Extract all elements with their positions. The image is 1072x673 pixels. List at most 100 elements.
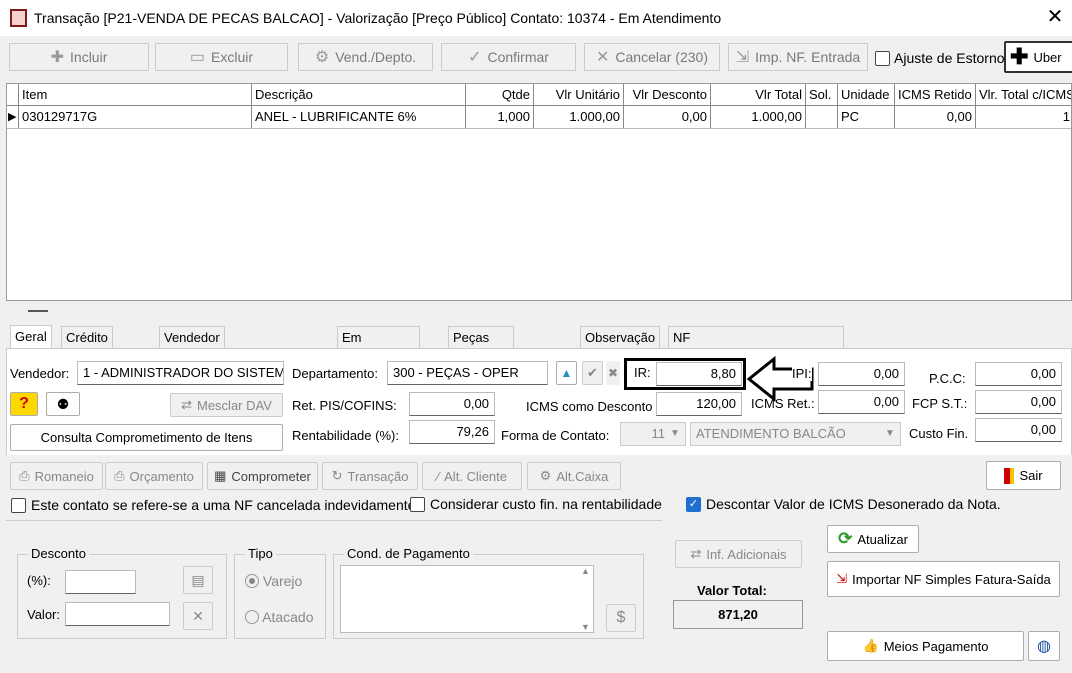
col-vlr-unitario[interactable]: Vlr Unitário (534, 84, 624, 106)
clear-icon[interactable]: ✖ (606, 361, 620, 385)
col-vlr-total[interactable]: Vlr Total (711, 84, 806, 106)
col-qtde[interactable]: Qtde (466, 84, 534, 106)
cancelar-button[interactable]: ✕ Cancelar (230) (584, 43, 720, 71)
ret-pis-cofins-field[interactable]: 0,00 (409, 392, 495, 416)
varejo-radio[interactable]: Varejo (245, 573, 302, 589)
desconto-pct-input[interactable] (65, 570, 136, 594)
atacado-radio[interactable]: Atacado (245, 609, 314, 625)
cell-item: 030129717G (19, 106, 252, 128)
ajuste-estorno-label: Ajuste de Estorno (894, 50, 1005, 66)
col-unidade[interactable]: Unidade (838, 84, 895, 106)
atacado-radio-dot[interactable] (245, 610, 259, 624)
descontar-icms-checkbox[interactable]: ✓ Descontar Valor de ICMS Desonerado da N… (686, 496, 1001, 512)
col-vlr-desconto[interactable]: Vlr Desconto (624, 84, 711, 106)
varejo-radio-dot[interactable] (245, 574, 259, 588)
custo-fin-rent-checkbox[interactable]: Considerar custo fin. na rentabilidade (410, 496, 662, 512)
consulta-comprometimento-button[interactable]: Consulta Comprometimento de Itens (10, 424, 283, 451)
col-sol[interactable]: Sol. (806, 84, 838, 106)
fcp-st-label: FCP S.T.: (912, 396, 968, 411)
pagamento-title: Cond. de Pagamento (344, 546, 473, 561)
incluir-button[interactable]: ✚ Incluir (9, 43, 149, 71)
vend-depto-button[interactable]: ⚙ Vend./Depto. (298, 43, 433, 71)
tab-em-atendimento[interactable]: Em Atendimento (337, 326, 420, 367)
ajuste-estorno-checkbox[interactable]: Ajuste de Estorno (875, 50, 1005, 66)
alt-caixa-button[interactable]: ⚙ Alt.Caixa (527, 462, 621, 490)
ir-field[interactable]: 8,80 (656, 362, 742, 386)
table-row[interactable]: ▶ 030129717G ANEL - LUBRIFICANTE 6% 1,00… (7, 106, 1071, 129)
confirmar-button[interactable]: ✓ Confirmar (441, 43, 576, 71)
sair-button[interactable]: Sair (986, 461, 1061, 490)
window-title: Transação [P21-VENDA DE PECAS BALCAO] - … (34, 10, 722, 26)
header-indicator (7, 84, 19, 106)
vendedor-field[interactable]: 1 - ADMINISTRADOR DO SISTEMA (77, 361, 284, 385)
ipi-field[interactable]: 0,00 (818, 362, 905, 386)
custo-fin-field[interactable]: 0,00 (975, 418, 1062, 442)
splitter-handle[interactable] (28, 310, 48, 312)
nf-cancelada-check[interactable] (11, 497, 26, 513)
tab-geral[interactable]: Geral (10, 325, 52, 350)
merge-icon: ⇄ (181, 397, 192, 412)
icms-ret-field[interactable]: 0,00 (818, 390, 905, 414)
varejo-label: Varejo (262, 573, 303, 589)
gears-icon: ⚙ (314, 49, 330, 66)
orcamento-button[interactable]: ⎙ Orçamento (105, 462, 203, 490)
forma-contato-select[interactable]: ATENDIMENTO BALCÃO (690, 422, 901, 446)
users-icon[interactable]: ⚉ (46, 392, 80, 416)
comprometer-button[interactable]: ▦ Comprometer (207, 462, 318, 490)
mesclar-dav-button[interactable]: ⇄ Mesclar DAV (170, 393, 283, 417)
pcc-field[interactable]: 0,00 (975, 362, 1062, 386)
transacao-button[interactable]: ↻ Transação (322, 462, 418, 490)
imp-nf-entrada-button[interactable]: ⇲ Imp. NF. Entrada (728, 43, 868, 71)
clear-icon[interactable]: ✕ (183, 602, 213, 630)
ir-label: IR: (634, 365, 651, 380)
inf-adicionais-button[interactable]: ⇄ Inf. Adicionais (675, 540, 802, 568)
meios-pagamento-button[interactable]: 👍 Meios Pagamento (827, 631, 1024, 661)
items-grid[interactable]: Item Descrição Qtde Vlr Unitário Vlr Des… (6, 83, 1072, 301)
custo-fin-rent-check[interactable] (410, 496, 425, 512)
close-icon[interactable]: ✕ (1044, 6, 1066, 28)
icms-desconto-field[interactable]: 120,00 (656, 392, 742, 416)
importar-nf-button[interactable]: ⇲ Importar NF Simples Fatura-Saída (827, 561, 1060, 597)
alt-caixa-label: Alt.Caixa (556, 468, 609, 484)
rentabilidade-field[interactable]: 79,26 (409, 420, 495, 444)
valor-total-value: 871,20 (673, 600, 803, 629)
ajuste-estorno-check[interactable] (875, 50, 890, 66)
tab-vendedor-agregado[interactable]: Vendedor Agregado (170) (159, 326, 226, 389)
desconto-valor-input[interactable] (65, 602, 170, 626)
gears-icon: ⚙ (539, 468, 552, 483)
cond-pagamento-textarea[interactable] (340, 565, 594, 633)
uber-button[interactable]: ✚ Uber (1004, 41, 1072, 73)
tab-nf-complementar[interactable]: NF Complementar/Referenciada (668, 326, 845, 367)
custo-fin-rent-label: Considerar custo fin. na rentabilidade (430, 496, 662, 512)
alt-cliente-button[interactable]: ⁄ Alt. Cliente (422, 462, 522, 490)
vendedor-label: Vendedor: (10, 366, 70, 381)
globe-icon[interactable]: ◍ (1028, 631, 1060, 661)
col-descricao[interactable]: Descrição (252, 84, 466, 106)
romaneio-button[interactable]: ⎙ Romaneio (10, 462, 103, 490)
calculator-icon[interactable]: ▤ (183, 566, 213, 594)
up-icon[interactable]: ▲ (556, 361, 577, 385)
help-icon[interactable]: ? (10, 392, 38, 416)
tab-pecas-armazem[interactable]: Peças em Armazém (448, 326, 514, 389)
col-vlr-total-icms[interactable]: Vlr. Total c/ICMS (976, 84, 1071, 106)
dollar-button[interactable]: $ (606, 604, 636, 632)
cell-vlr-total-icms: 1 (976, 106, 1071, 128)
descontar-icms-check[interactable]: ✓ (686, 496, 701, 512)
departamento-field[interactable]: 300 - PEÇAS - OPER (387, 361, 548, 385)
col-item[interactable]: Item (19, 84, 252, 106)
tab-credito[interactable]: Crédito (196) (61, 326, 113, 367)
cell-vlr-total: 1.000,00 (711, 106, 806, 128)
excluir-button[interactable]: ▭ Excluir (155, 43, 288, 71)
cell-sol (806, 106, 838, 128)
scroll-down-icon[interactable]: ▼ (581, 622, 590, 632)
scroll-up-icon[interactable]: ▲ (581, 566, 590, 576)
fcp-st-field[interactable]: 0,00 (975, 390, 1062, 414)
scrollbar[interactable]: ▲ ▼ (578, 566, 593, 632)
check-icon[interactable]: ✔ (582, 361, 603, 385)
atualizar-button[interactable]: ⟳ Atualizar (827, 525, 919, 553)
nf-cancelada-checkbox[interactable]: Este contato se refere-se a uma NF cance… (11, 497, 415, 513)
col-icms-retido[interactable]: ICMS Retido (895, 84, 976, 106)
orcamento-label: Orçamento (129, 468, 194, 484)
tab-observacao[interactable]: Observação (580, 326, 661, 348)
x-icon: ✕ (595, 49, 610, 66)
